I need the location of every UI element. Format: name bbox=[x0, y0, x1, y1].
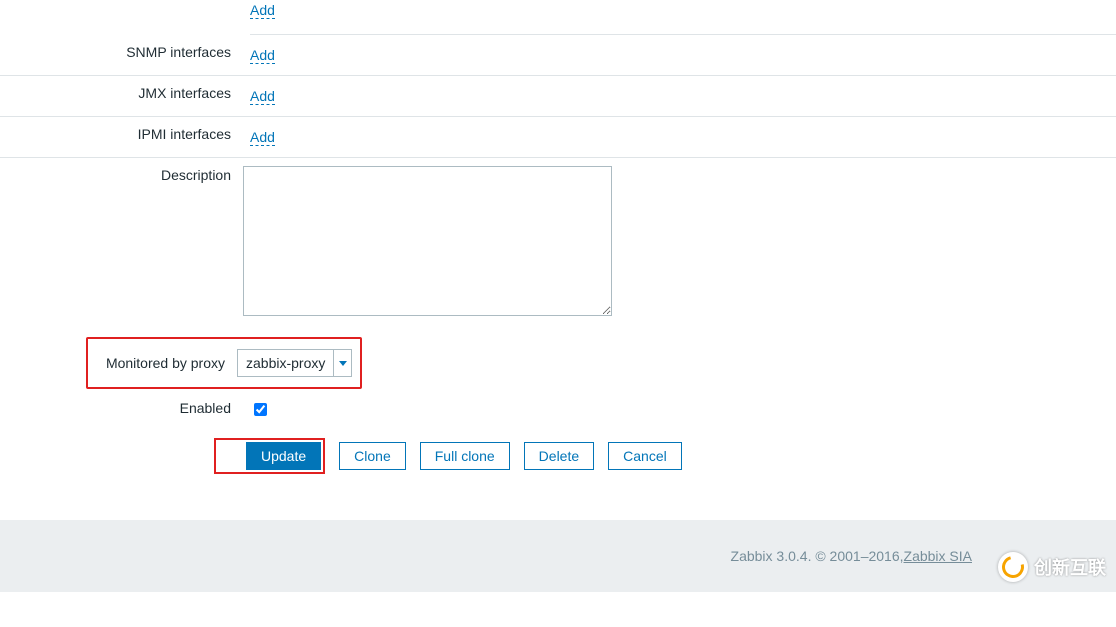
add-jmx-interface-link[interactable]: Add bbox=[250, 88, 275, 105]
watermark-logo-icon bbox=[998, 552, 1028, 582]
cancel-button[interactable]: Cancel bbox=[608, 442, 682, 470]
delete-button[interactable]: Delete bbox=[524, 442, 594, 470]
chevron-down-icon bbox=[339, 361, 347, 366]
add-ipmi-interface-link[interactable]: Add bbox=[250, 129, 275, 146]
footer-text: Zabbix 3.0.4. © 2001–2016, bbox=[731, 548, 904, 564]
update-highlight: Update bbox=[214, 438, 325, 474]
monitored-by-proxy-label: Monitored by proxy bbox=[92, 355, 237, 371]
proxy-select[interactable]: zabbix-proxy bbox=[237, 349, 352, 377]
proxy-highlight: Monitored by proxy zabbix-proxy bbox=[86, 337, 362, 389]
footer: Zabbix 3.0.4. © 2001–2016, Zabbix SIA 创新… bbox=[0, 520, 1116, 592]
add-agent-interface-link[interactable]: Add bbox=[250, 2, 275, 19]
enabled-label: Enabled bbox=[0, 397, 243, 416]
update-button[interactable]: Update bbox=[246, 442, 321, 470]
jmx-interfaces-label: JMX interfaces bbox=[0, 82, 243, 101]
snmp-interfaces-label: SNMP interfaces bbox=[0, 41, 243, 60]
add-snmp-interface-link[interactable]: Add bbox=[250, 47, 275, 64]
description-textarea[interactable] bbox=[243, 166, 612, 316]
description-label: Description bbox=[0, 164, 243, 183]
watermark-text: 创新互联 bbox=[1034, 554, 1106, 580]
enabled-checkbox[interactable] bbox=[254, 403, 267, 416]
footer-link[interactable]: Zabbix SIA bbox=[904, 548, 972, 564]
proxy-dropdown-button[interactable] bbox=[333, 350, 351, 376]
proxy-selected-text: zabbix-proxy bbox=[238, 355, 333, 371]
clone-button[interactable]: Clone bbox=[339, 442, 406, 470]
ipmi-interfaces-label: IPMI interfaces bbox=[0, 123, 243, 142]
watermark: 创新互联 bbox=[998, 552, 1106, 582]
full-clone-button[interactable]: Full clone bbox=[420, 442, 510, 470]
